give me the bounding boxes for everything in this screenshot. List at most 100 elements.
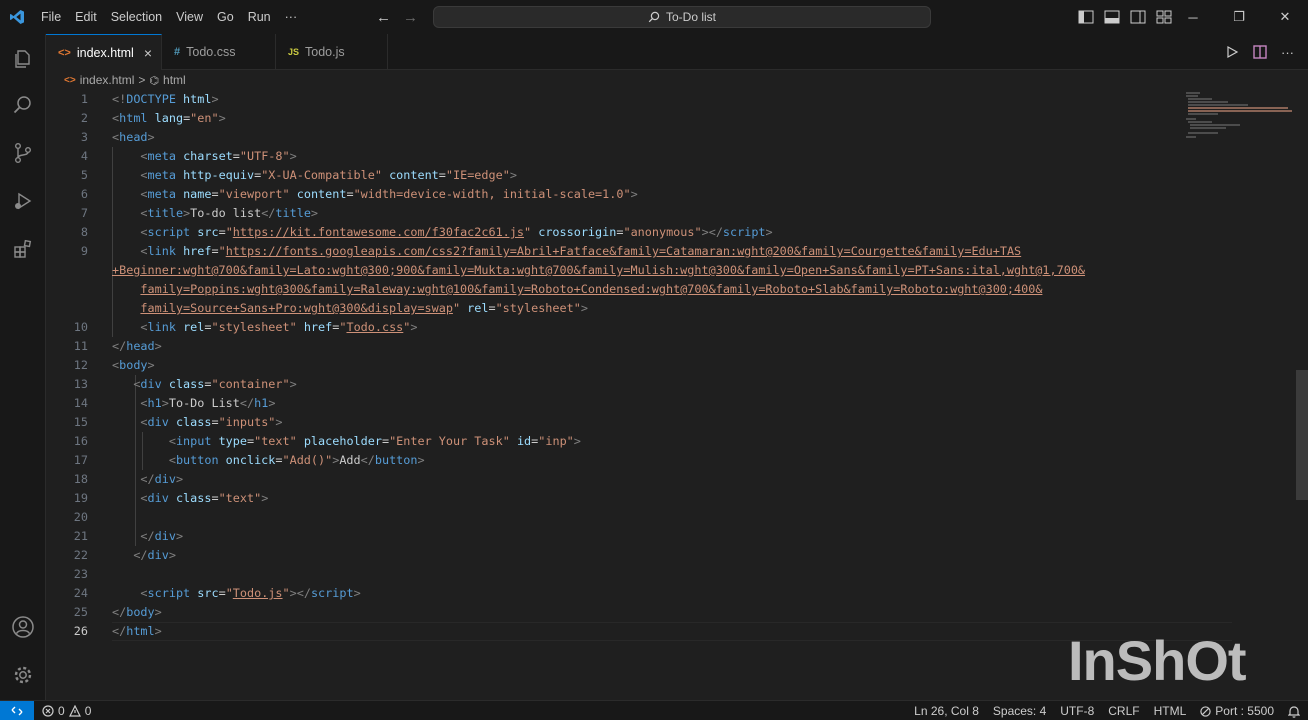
open-preview-icon[interactable] (1253, 45, 1267, 59)
code-line: family=Source+Sans+Pro:wght@300&display=… (140, 301, 588, 315)
toggle-primary-sidebar-icon[interactable] (1078, 10, 1094, 24)
accounts-icon[interactable] (0, 604, 46, 650)
menu-view[interactable]: View (169, 0, 210, 34)
line-number: 10 (73, 320, 88, 334)
menu-more[interactable]: ··· (278, 0, 305, 34)
code-line: <link rel="stylesheet" href="Todo.css"> (140, 320, 418, 334)
code-line: <div class="inputs"> (140, 415, 283, 429)
run-debug-icon[interactable] (0, 178, 46, 224)
source-control-icon[interactable] (0, 130, 46, 176)
line-number: 9 (80, 244, 88, 258)
line-number: 15 (73, 415, 88, 429)
problems-indicator[interactable]: 0 0 (34, 704, 91, 718)
breadcrumb-file[interactable]: index.html (80, 73, 135, 87)
code-line: <input type="text" placeholder="Enter Yo… (168, 434, 581, 448)
file-encoding[interactable]: UTF-8 (1060, 704, 1094, 718)
line-number: 14 (73, 396, 88, 410)
code-line: <body> (112, 358, 155, 372)
more-actions-icon[interactable]: ··· (1281, 45, 1294, 60)
html-file-icon: <> (58, 46, 71, 59)
navigation-arrows: ← → (376, 0, 418, 34)
minimap[interactable] (1186, 90, 1294, 150)
toggle-panel-icon[interactable] (1104, 10, 1120, 24)
line-number: 22 (73, 548, 88, 562)
code-line: <button onclick="Add()">Add</button> (168, 453, 425, 467)
line-number: 20 (73, 510, 88, 524)
search-view-icon[interactable] (0, 82, 46, 128)
code-line: </body> (112, 605, 162, 619)
notifications-bell-icon[interactable] (1288, 705, 1300, 718)
inshot-watermark: InShOt (1068, 629, 1247, 692)
line-number: 7 (80, 206, 88, 220)
live-server-port[interactable]: Port : 5500 (1200, 704, 1274, 718)
extensions-icon[interactable] (0, 226, 46, 272)
remote-window-icon[interactable] (0, 700, 34, 720)
code-line: +Beginner:wght@700&family=Lato:wght@300;… (112, 263, 1086, 277)
close-window-icon[interactable]: ✕ (1262, 9, 1308, 25)
activity-bar (0, 34, 46, 700)
error-count: 0 (58, 703, 65, 718)
breadcrumb: <> index.html > ⌬ html (46, 70, 1308, 90)
port-label: Port : 5500 (1215, 704, 1274, 718)
line-number: 8 (80, 225, 88, 239)
close-tab-icon[interactable]: × (144, 45, 152, 61)
error-icon (42, 704, 54, 717)
language-mode[interactable]: HTML (1154, 704, 1187, 718)
tab-todo-js[interactable]: JS Todo.js (276, 34, 388, 70)
run-play-icon[interactable] (1225, 45, 1239, 59)
menu-file[interactable]: File (34, 0, 68, 34)
vertical-scrollbar[interactable] (1296, 370, 1308, 500)
line-number: 6 (80, 187, 88, 201)
cursor-position[interactable]: Ln 26, Col 8 (914, 704, 979, 718)
css-file-icon: # (174, 46, 181, 58)
code-line: <html lang="en"> (112, 111, 226, 125)
line-number: 4 (80, 149, 88, 163)
toggle-secondary-sidebar-icon[interactable] (1130, 10, 1146, 24)
indentation[interactable]: Spaces: 4 (993, 704, 1046, 718)
line-number: 19 (73, 491, 88, 505)
line-number: 23 (73, 567, 88, 581)
menu-go[interactable]: Go (210, 0, 241, 34)
status-bar: 0 0 Ln 26, Col 8 Spaces: 4 UTF-8 CRLF HT… (0, 700, 1308, 720)
menu-edit[interactable]: Edit (68, 0, 104, 34)
line-number (46, 261, 88, 280)
window-controls: ─ ❐ ✕ (1170, 0, 1308, 34)
breadcrumb-node[interactable]: html (163, 73, 186, 87)
current-line-highlight (112, 622, 1232, 641)
tab-index-html[interactable]: <> index.html × (46, 34, 162, 70)
forward-arrow-icon[interactable]: → (403, 9, 418, 26)
tab-label: Todo.css (186, 45, 236, 59)
code-line: <script src="Todo.js"></script> (140, 586, 361, 600)
html-file-icon: <> (64, 74, 76, 86)
js-file-icon: JS (288, 47, 300, 57)
status-right-items: Ln 26, Col 8 Spaces: 4 UTF-8 CRLF HTML P… (914, 701, 1300, 720)
line-number: 2 (80, 111, 88, 125)
line-number: 13 (73, 377, 88, 391)
tab-todo-css[interactable]: # Todo.css (162, 34, 276, 70)
back-arrow-icon[interactable]: ← (376, 9, 391, 26)
code-line: </html> (112, 624, 162, 638)
editor-actions: ··· (1225, 34, 1294, 70)
manage-gear-icon[interactable] (0, 652, 46, 698)
line-number (46, 299, 88, 318)
minimize-icon[interactable]: ─ (1170, 10, 1216, 25)
explorer-icon[interactable] (0, 36, 46, 82)
code-line: </div> (140, 529, 184, 543)
code-line: <meta name="viewport" content="width=dev… (140, 187, 638, 201)
code-editor[interactable]: 1 2 3 4 5 6 7 8 9 10 11 12 13 14 15 16 17 18 19 20 21 22 23 24 2… (46, 90, 1308, 700)
restore-icon[interactable]: ❐ (1216, 9, 1262, 25)
code-line: <h1>To-Do List</h1> (140, 396, 276, 410)
line-number: 18 (73, 472, 88, 486)
element-symbol-icon: ⌬ (149, 74, 160, 87)
command-center-text: To-Do list (665, 10, 716, 24)
end-of-line[interactable]: CRLF (1108, 704, 1139, 718)
menu-run[interactable]: Run (241, 0, 278, 34)
command-center-search[interactable]: To-Do list (433, 6, 931, 28)
code-line: </div> (133, 548, 176, 562)
line-number: 24 (73, 586, 88, 600)
code-line: </div> (140, 472, 184, 486)
editor-tab-bar: <> index.html × # Todo.css JS Todo.js ··… (46, 34, 1308, 70)
menu-selection[interactable]: Selection (104, 0, 169, 34)
